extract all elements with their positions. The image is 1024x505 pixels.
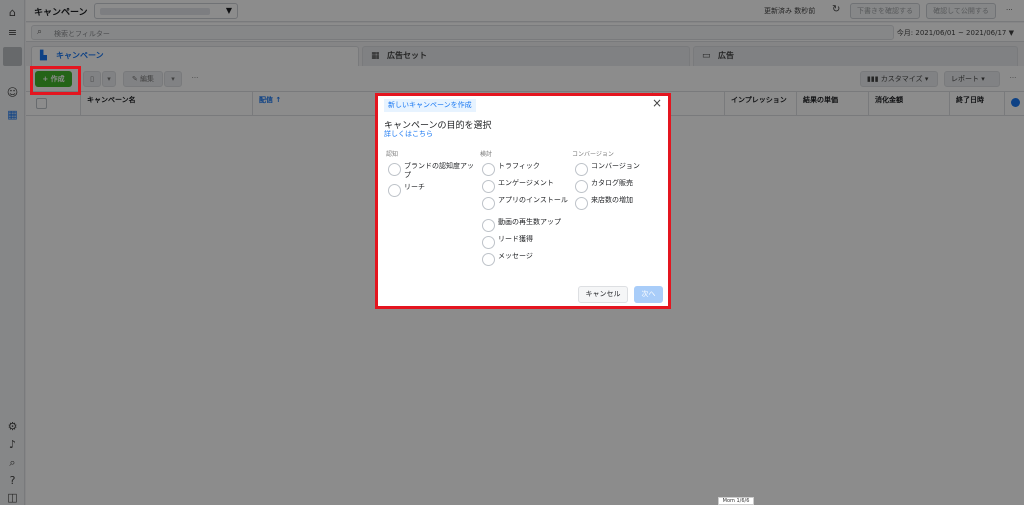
dialog-highlight [375,93,671,309]
create-button-highlight [30,66,81,95]
tooltip: Mom 1/6/6 [718,497,754,505]
